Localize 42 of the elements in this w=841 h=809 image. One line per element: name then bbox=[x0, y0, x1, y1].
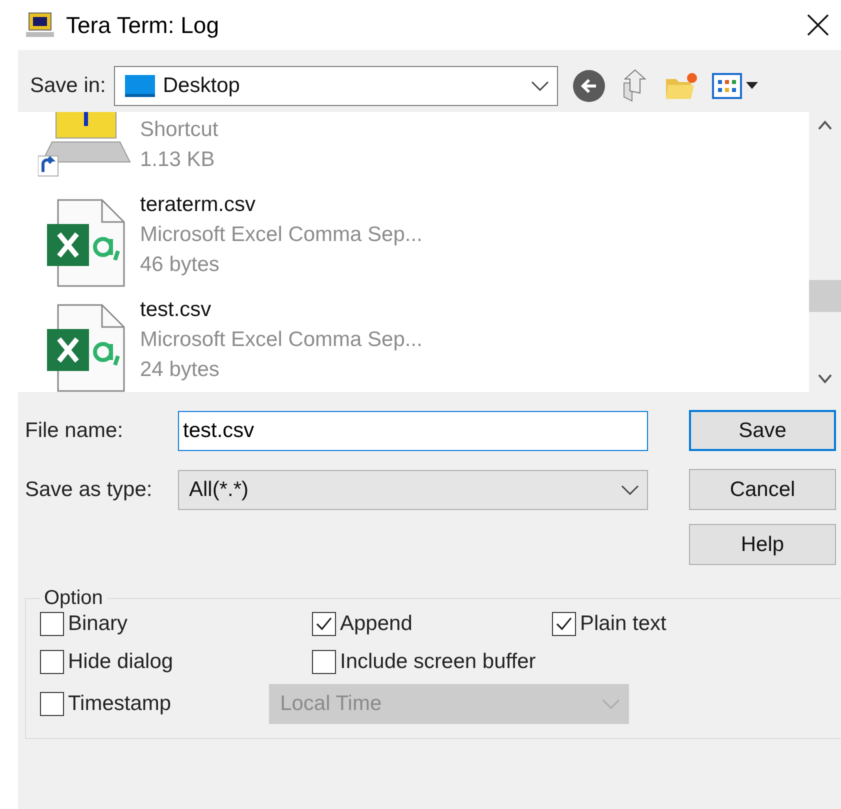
scroll-down-icon[interactable] bbox=[818, 374, 832, 384]
view-menu-icon[interactable] bbox=[712, 72, 760, 100]
back-icon[interactable] bbox=[572, 69, 606, 103]
spreadsheet-file-icon bbox=[46, 198, 126, 286]
terminal-app-icon bbox=[26, 12, 54, 38]
file-type: Microsoft Excel Comma Sep... bbox=[140, 327, 422, 353]
file-item[interactable]: teraterm.csv Microsoft Excel Comma Sep... 46 bytes bbox=[18, 190, 809, 295]
save-as-type-label: Save as type: bbox=[25, 478, 154, 502]
file-name-field[interactable]: test.csv bbox=[178, 410, 648, 450]
save-in-label: Save in: bbox=[30, 74, 106, 98]
file-type: Shortcut bbox=[140, 117, 218, 143]
cancel-button[interactable]: Cancel bbox=[689, 469, 836, 510]
scrollbar-thumb[interactable] bbox=[809, 280, 841, 312]
option-checkbox[interactable]: Append bbox=[312, 612, 552, 636]
save-in-dropdown[interactable]: Desktop bbox=[114, 66, 558, 106]
file-type: Microsoft Excel Comma Sep... bbox=[140, 222, 422, 248]
help-button[interactable]: Help bbox=[689, 524, 836, 565]
option-checkbox[interactable]: Hide dialog bbox=[40, 650, 312, 674]
check-icon bbox=[315, 616, 333, 632]
new-folder-icon[interactable] bbox=[664, 71, 698, 101]
scroll-up-icon[interactable] bbox=[818, 120, 832, 130]
check-icon bbox=[555, 616, 573, 632]
file-size: 46 bytes bbox=[140, 252, 220, 278]
option-group-title: Option bbox=[43, 587, 104, 610]
file-size: 1.13 KB bbox=[140, 147, 216, 173]
file-name: test.csv bbox=[140, 297, 212, 323]
option-checkbox[interactable]: Plain text bbox=[552, 612, 841, 636]
option-checkbox[interactable]: Binary bbox=[40, 612, 312, 636]
file-item[interactable]: test.csv Microsoft Excel Comma Sep... 24 bytes bbox=[18, 295, 809, 392]
save-button[interactable]: Save bbox=[689, 410, 836, 451]
chevron-down-icon bbox=[530, 81, 549, 91]
chevron-down-icon bbox=[602, 699, 620, 709]
close-icon[interactable] bbox=[807, 14, 829, 36]
file-name: teraterm.csv bbox=[140, 192, 257, 218]
save-as-type-dropdown[interactable]: All(*.*) bbox=[178, 470, 648, 510]
window-title: Tera Term: Log bbox=[66, 12, 220, 38]
option-checkbox[interactable]: Timestamp bbox=[40, 692, 172, 716]
option-checkbox[interactable]: Include screen buffer bbox=[312, 650, 552, 674]
file-size: 24 bytes bbox=[140, 357, 220, 383]
desktop-icon bbox=[124, 75, 155, 97]
chevron-down-icon bbox=[621, 484, 639, 494]
file-name-label: File name: bbox=[25, 418, 124, 442]
